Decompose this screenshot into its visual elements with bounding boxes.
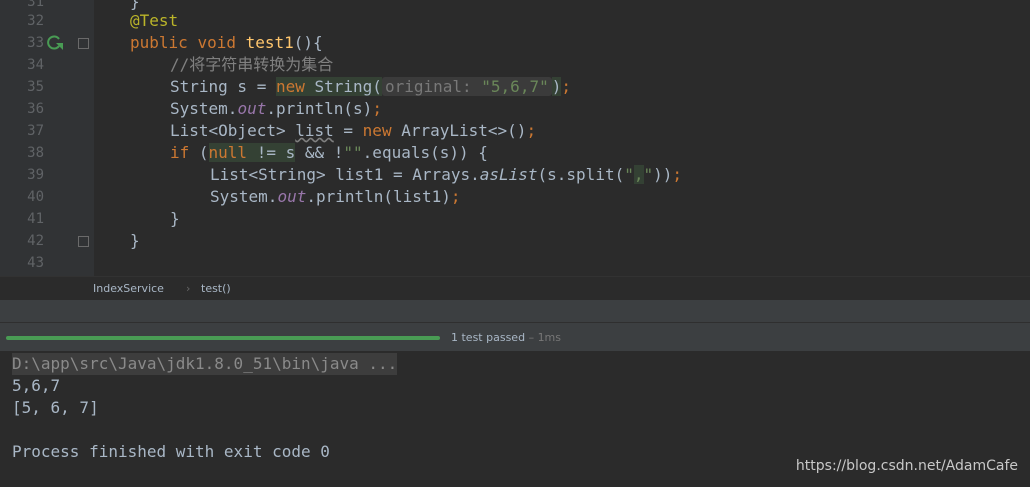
line-number: 39 — [27, 167, 44, 183]
tool-window-header — [0, 300, 1030, 322]
code-line: if (null != s && !"".equals(s)) { — [170, 143, 488, 162]
line-number: 43 — [27, 255, 44, 271]
test-progress-bar — [6, 336, 440, 340]
fold-marker-icon[interactable] — [78, 38, 89, 49]
line-number: 42 — [27, 233, 44, 249]
console-line: Process finished with exit code 0 — [12, 442, 330, 461]
line-number: 40 — [27, 189, 44, 205]
parameter-hint: original: "5,6,7" — [381, 77, 552, 96]
line-number: 38 — [27, 145, 44, 161]
code-line: public void test1(){ — [130, 33, 323, 52]
code-line: List<String> list1 = Arrays.asList(s.spl… — [210, 165, 683, 184]
code-line: System.out.println(s); — [170, 99, 382, 118]
line-number: 33 — [27, 35, 44, 51]
code-line: @Test — [130, 11, 179, 30]
line-number: 35 — [27, 79, 44, 95]
run-test-icon[interactable] — [46, 34, 64, 52]
watermark: https://blog.csdn.net/AdamCafe — [795, 458, 1018, 474]
console-line: [5, 6, 7] — [12, 398, 99, 417]
code-line: String s = new String(original: "5,6,7")… — [170, 77, 571, 96]
code-comment: //将字符串转换为集合 — [170, 55, 334, 74]
console-line: 5,6,7 — [12, 376, 61, 395]
test-status-bar: 1 test passed – 1ms — [0, 322, 1030, 352]
breadcrumb-class[interactable]: IndexService — [93, 282, 164, 295]
line-number: 37 — [27, 123, 44, 139]
line-number: 32 — [27, 13, 44, 29]
line-number: 36 — [27, 101, 44, 117]
code-line: System.out.println(list1); — [210, 187, 461, 206]
console-command-line[interactable]: D:\app\src\Java\jdk1.8.0_51\bin\java ... — [12, 353, 398, 375]
fold-marker-icon[interactable] — [78, 236, 89, 247]
breadcrumb-method[interactable]: test() — [201, 282, 231, 295]
code-line: List<Object> list = new ArrayList<>(); — [170, 121, 537, 140]
line-number: 41 — [27, 211, 44, 227]
line-number: 34 — [27, 57, 44, 73]
breadcrumb: IndexService › test() — [0, 276, 1030, 301]
code-editor[interactable]: 31 32 33 34 35 36 37 38 39 40 41 42 43 }… — [0, 0, 1030, 276]
tool-window-strip — [0, 0, 17, 276]
test-status-text: 1 test passed – 1ms — [451, 331, 562, 344]
code-line: } — [130, 231, 140, 250]
code-line: } — [170, 209, 180, 228]
breadcrumb-separator: › — [186, 282, 191, 295]
